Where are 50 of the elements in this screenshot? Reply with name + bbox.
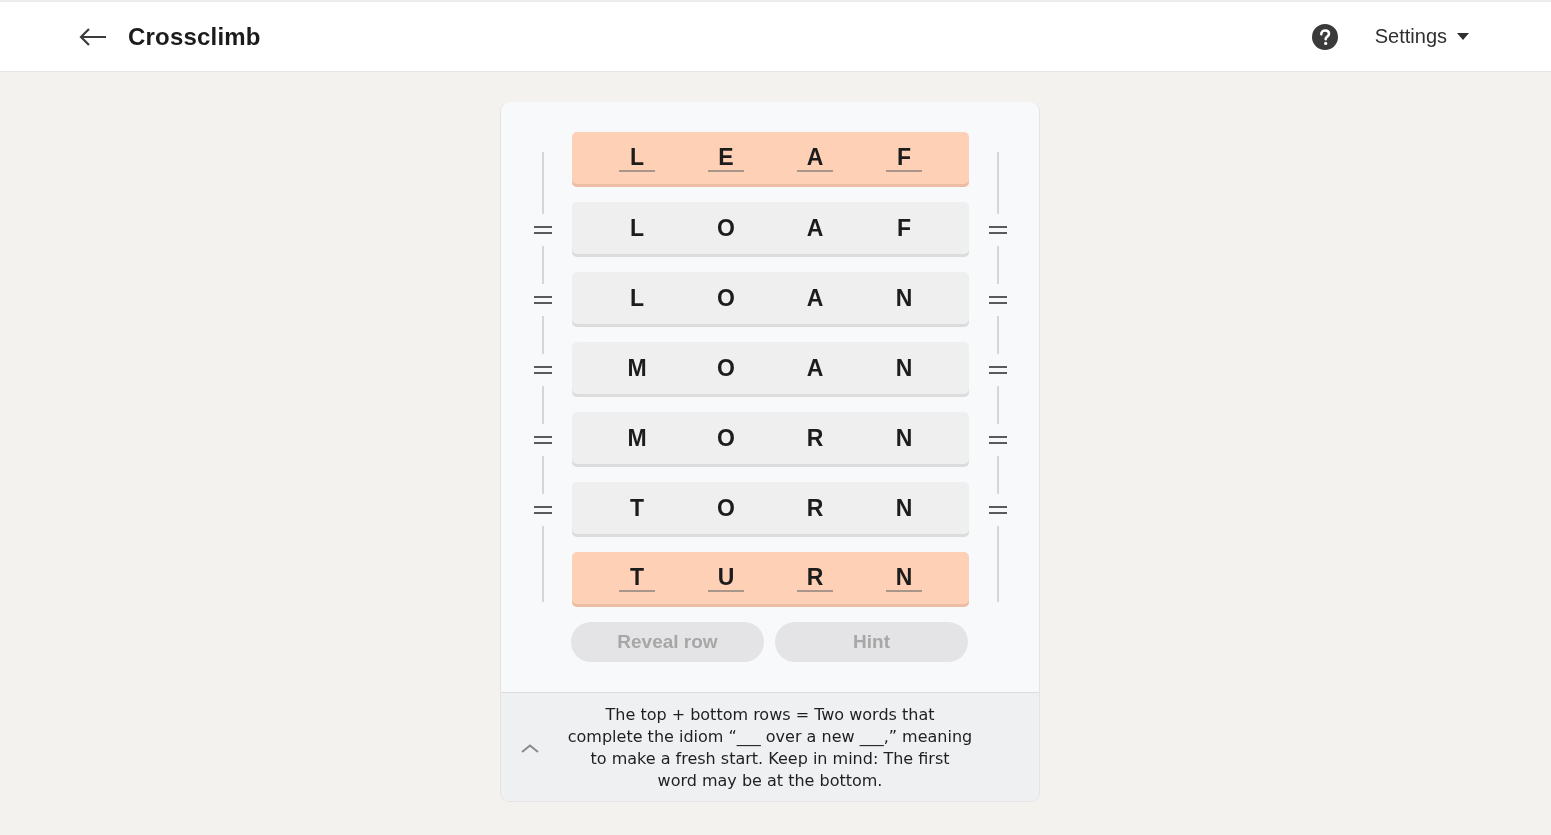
letter: L (629, 215, 645, 241)
letter: O (717, 215, 735, 241)
letter-field[interactable]: E (708, 144, 744, 172)
letter-field[interactable]: L (619, 144, 655, 172)
letter: O (717, 355, 735, 381)
word-row[interactable]: M O A N (572, 342, 969, 397)
word-row[interactable]: T O R N (572, 482, 969, 537)
page-title: Crossclimb (128, 22, 261, 51)
letter: N (895, 355, 913, 381)
letter-field[interactable]: A (797, 144, 833, 172)
letter: A (806, 355, 824, 381)
letter: M (627, 355, 647, 381)
letter-field[interactable]: U (708, 564, 744, 592)
letter-field[interactable]: N (886, 564, 922, 592)
drag-handle-icon[interactable] (989, 296, 1007, 304)
chevron-up-icon[interactable] (521, 743, 539, 753)
letter: R (806, 425, 824, 451)
letter-field[interactable]: R (797, 564, 833, 592)
letter: A (806, 285, 824, 311)
drag-handle-icon[interactable] (534, 226, 552, 234)
drag-handle-icon[interactable] (989, 226, 1007, 234)
drag-handle-icon[interactable] (989, 436, 1007, 444)
letter-field[interactable]: F (886, 144, 922, 172)
letter: A (806, 215, 824, 241)
letter: T (629, 495, 645, 521)
letter: O (717, 425, 735, 451)
letter: O (717, 495, 735, 521)
drag-handle-icon[interactable] (534, 436, 552, 444)
letter: N (895, 495, 913, 521)
drag-handle-icon[interactable] (534, 506, 552, 514)
letter: N (895, 425, 913, 451)
letter: R (806, 495, 824, 521)
drag-handle-icon[interactable] (989, 366, 1007, 374)
drag-handle-icon[interactable] (534, 366, 552, 374)
settings-menu-button[interactable]: Settings (1374, 21, 1469, 52)
word-row[interactable]: M O R N (572, 412, 969, 467)
clue-text: The top + bottom rows = Two words that complete the idiom “___ over a new ___,” meaning to make a fresh start. Keep in mind: The first word may be at the bottom. (567, 704, 973, 792)
letter: F (896, 215, 912, 241)
drag-handle-icon[interactable] (534, 296, 552, 304)
back-arrow-icon[interactable] (79, 26, 107, 47)
word-row[interactable]: L O A F (572, 202, 969, 257)
word-row[interactable]: L O A N (572, 272, 969, 327)
letter: N (895, 285, 913, 311)
letter: L (629, 285, 645, 311)
letter-field[interactable]: T (619, 564, 655, 592)
letter: M (627, 425, 647, 451)
caret-icon (1457, 33, 1469, 40)
drag-handle-icon[interactable] (989, 506, 1007, 514)
help-icon[interactable] (1311, 23, 1338, 50)
letter: O (717, 285, 735, 311)
